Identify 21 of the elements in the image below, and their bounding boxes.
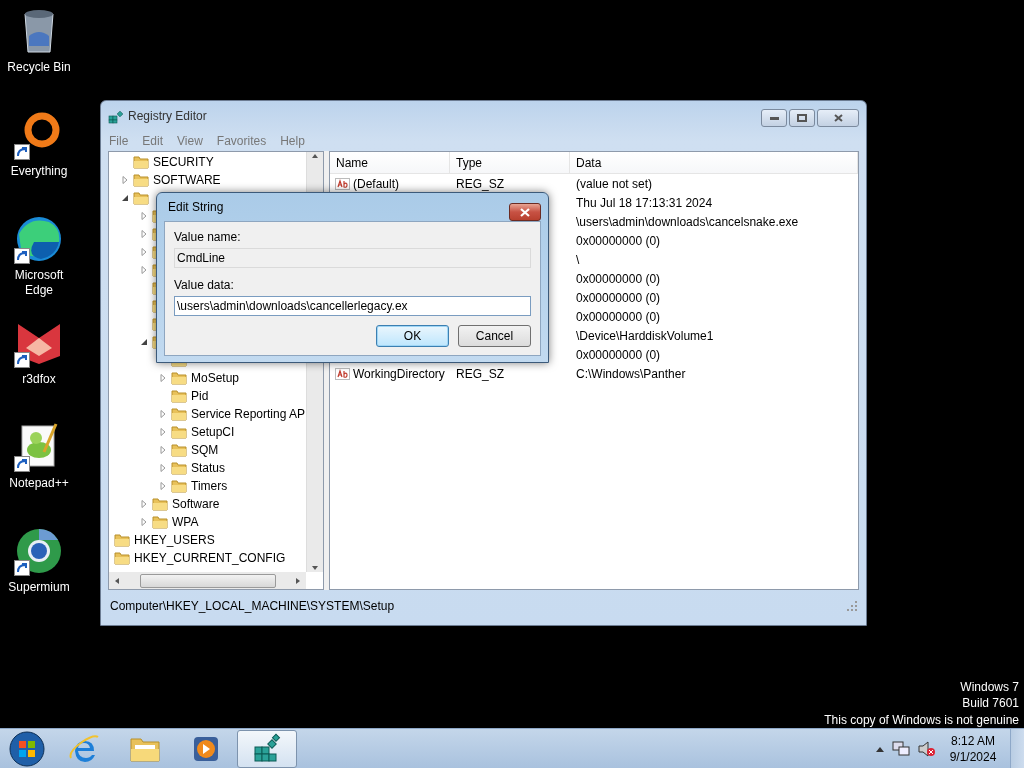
value-data: C:\Windows\Panther (575, 366, 686, 381)
value-data: (value not set) (575, 176, 653, 191)
status-bar-path: Computer\HKEY_LOCAL_MACHINE\SYSTEM\Setup (110, 599, 395, 613)
os-notice-line: Build 7601 (962, 695, 1019, 712)
value-data: 0x00000000 (0) (575, 309, 661, 324)
os-notice-line: Windows 7 (960, 678, 1019, 695)
value-type: REG_SZ (455, 176, 504, 191)
dialog-title: Edit String (168, 200, 224, 214)
field-label: Value data: (174, 278, 235, 292)
value-data: 0x00000000 (0) (575, 347, 661, 362)
value-data: 0x00000000 (0) (575, 233, 661, 248)
value-type: REG_SZ (455, 366, 504, 381)
value-data: Thu Jul 18 17:13:31 2024 (575, 195, 713, 210)
os-notice-line: This copy of Windows is not genuine (824, 711, 1019, 728)
value-data: \users\admin\downloads\cancelsnake.exe (575, 214, 799, 229)
window-title: Registry Editor (128, 109, 207, 123)
value-data: 0x00000000 (0) (575, 271, 661, 286)
value-data: \Device\HarddiskVolume1 (575, 328, 714, 343)
field-label: Value name: (174, 230, 242, 244)
value-data: \ (575, 252, 580, 267)
value-data: 0x00000000 (0) (575, 290, 661, 305)
